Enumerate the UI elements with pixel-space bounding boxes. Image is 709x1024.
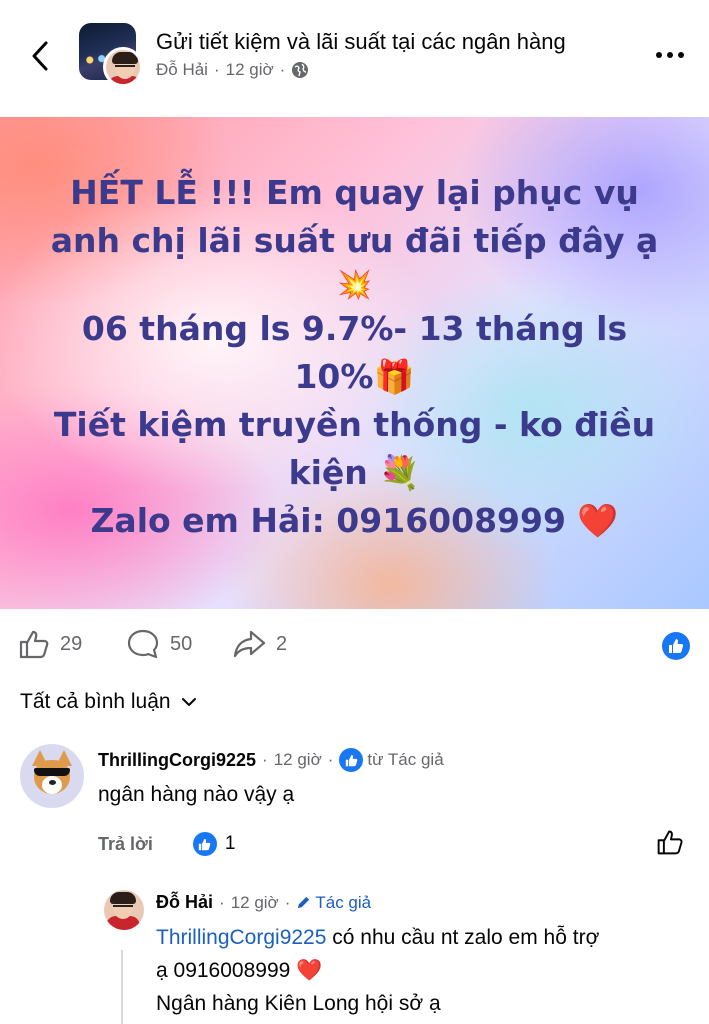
post-time[interactable]: 12 giờ bbox=[226, 60, 274, 80]
reaction-bar: 29 50 2 bbox=[0, 618, 709, 674]
more-options-button[interactable] bbox=[648, 40, 692, 70]
reply-text: ThrillingCorgi9225 có nhu cầu nt zalo em… bbox=[156, 921, 599, 1020]
like-button[interactable]: 29 bbox=[18, 628, 82, 660]
post-line: anh chị lãi suất ưu đãi tiếp đây ạ bbox=[50, 221, 659, 260]
meta-separator: · bbox=[279, 60, 286, 79]
meta-separator: · bbox=[327, 750, 334, 769]
post-line: Zalo em Hải: 0916008999 ❤️ bbox=[90, 501, 619, 540]
commenter-avatar[interactable] bbox=[20, 744, 84, 808]
back-button[interactable] bbox=[22, 34, 58, 78]
group-title[interactable]: Gửi tiết kiệm và lãi suất tại các ngân h… bbox=[156, 29, 566, 55]
reply-header: Đỗ Hải · 12 giờ · Tác giả bbox=[156, 892, 371, 913]
dot-icon bbox=[678, 52, 684, 58]
meta-separator: · bbox=[213, 60, 220, 79]
reply-line: Ngân hàng Kiên Long hội sở ạ bbox=[156, 992, 441, 1015]
thumbs-up-icon bbox=[669, 639, 684, 653]
share-arrow-icon bbox=[233, 630, 266, 658]
dot-icon bbox=[656, 52, 662, 58]
like-count: 29 bbox=[60, 632, 83, 655]
pencil-icon bbox=[298, 896, 310, 909]
author-badge: Tác giả bbox=[296, 893, 371, 913]
comment-time[interactable]: 12 giờ bbox=[274, 750, 322, 770]
post-meta: Đỗ Hải · 12 giờ · bbox=[156, 60, 309, 80]
author-name[interactable]: Đỗ Hải bbox=[156, 60, 208, 80]
author-avatar[interactable] bbox=[103, 47, 143, 87]
meta-separator: · bbox=[284, 892, 291, 912]
like-reaction-icon bbox=[339, 748, 364, 772]
comment-like-button[interactable] bbox=[656, 828, 684, 861]
commenter-name[interactable]: ThrillingCorgi9225 bbox=[98, 750, 256, 771]
post-image[interactable]: HẾT LỄ !!! Em quay lại phục vụ anh chị l… bbox=[0, 117, 709, 609]
comment-actions: Trả lời 1 bbox=[98, 832, 235, 856]
author-liked-badge: từ Tác giả bbox=[339, 748, 444, 772]
reply-button[interactable]: Trả lời bbox=[98, 834, 153, 855]
post-line: 💥 bbox=[337, 268, 372, 301]
meta-separator: · bbox=[262, 750, 268, 769]
author-liked-label: từ Tác giả bbox=[367, 750, 444, 769]
chevron-down-icon bbox=[181, 698, 196, 706]
author-badge-label: Tác giả bbox=[315, 892, 372, 912]
post-line: 06 tháng ls 9.7%- 13 tháng ls bbox=[81, 309, 628, 348]
comment-count: 50 bbox=[170, 632, 193, 655]
comment-filter-label: Tất cả bình luận bbox=[20, 690, 171, 713]
chevron-left-icon bbox=[32, 41, 48, 71]
comment-filter-dropdown[interactable]: Tất cả bình luận bbox=[20, 690, 197, 714]
post-text: HẾT LỄ !!! Em quay lại phục vụ anh chị l… bbox=[0, 169, 709, 545]
reply-line: ThrillingCorgi9225 có nhu cầu nt zalo em… bbox=[156, 921, 599, 954]
comment-like-count[interactable]: 1 bbox=[192, 832, 236, 856]
reply-time[interactable]: 12 giờ bbox=[231, 893, 279, 913]
like-count-value: 1 bbox=[224, 833, 236, 854]
reply-author-avatar[interactable] bbox=[104, 890, 144, 930]
post-line: kiện 💐 bbox=[288, 453, 421, 492]
reply-line: ạ 0916008999 ❤️ bbox=[156, 959, 323, 982]
thread-line bbox=[121, 950, 123, 1024]
like-reaction-badge[interactable] bbox=[662, 632, 690, 660]
comment-header: ThrillingCorgi9225 · 12 giờ · từ Tác giả bbox=[98, 748, 444, 772]
post-line: Tiết kiệm truyền thống - ko điều bbox=[53, 405, 656, 444]
dot-icon bbox=[667, 52, 673, 58]
share-button[interactable]: 2 bbox=[232, 628, 287, 660]
post-line: 10%🎁 bbox=[294, 357, 415, 396]
globe-icon bbox=[292, 62, 309, 78]
thumbs-up-icon bbox=[19, 630, 49, 659]
post-line: HẾT LỄ !!! Em quay lại phục vụ bbox=[70, 173, 639, 212]
reply-author-name[interactable]: Đỗ Hải bbox=[156, 892, 213, 913]
share-count: 2 bbox=[276, 632, 288, 655]
comment-text: ngân hàng nào vậy ạ bbox=[98, 783, 295, 806]
mention-link[interactable]: ThrillingCorgi9225 bbox=[156, 926, 326, 949]
meta-separator: · bbox=[219, 892, 225, 912]
post-header: Gửi tiết kiệm và lãi suất tại các ngân h… bbox=[0, 0, 709, 110]
comment-bubble-icon bbox=[127, 629, 159, 659]
thumbs-up-icon bbox=[657, 830, 683, 855]
reply-line-text: có nhu cầu nt zalo em hỗ trợ bbox=[326, 926, 600, 949]
comment-button[interactable]: 50 bbox=[126, 628, 192, 660]
like-reaction-icon bbox=[192, 832, 217, 856]
